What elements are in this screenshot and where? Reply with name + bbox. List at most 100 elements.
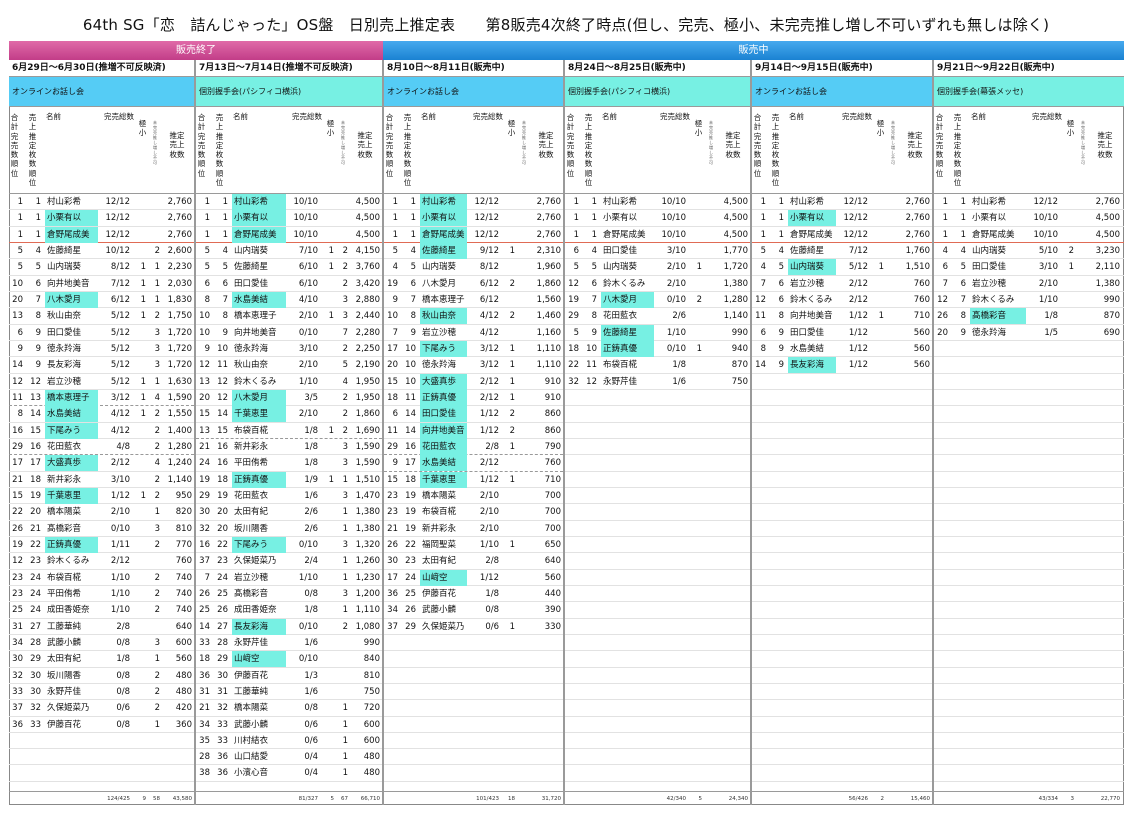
table-row: 30 23 太田有紀 2/8 640: [384, 553, 563, 570]
min-cell: 1: [509, 360, 515, 371]
total-cell: 5/12: [848, 262, 868, 273]
member-name: 田口愛佳: [790, 327, 825, 338]
sales-rank-cell: 1: [35, 213, 41, 224]
sales-rank-cell: 19: [405, 523, 416, 534]
sales-cell: 560: [913, 343, 930, 354]
misc-cell: 3: [342, 539, 348, 550]
period-column: 7月13日〜7月14日(推増不可反映済) 個別握手会(パシフィコ横浜) 合計完売数順…: [196, 60, 384, 805]
member-name: 千葉恵里: [232, 406, 286, 423]
sales-rank-cell: 31: [217, 686, 228, 697]
header-rank: 合計完売数順位: [10, 113, 19, 178]
member-name: 久保姫菜乃: [234, 556, 277, 567]
total-row: 42/340 5 24,340: [565, 791, 750, 805]
sales-cell: 4,150: [355, 245, 380, 256]
sales-cell: 1,160: [536, 327, 561, 338]
table-row: 22 20 橋本陽菜 2/10 1 820: [9, 504, 194, 521]
sales-rank-cell: 9: [960, 327, 966, 338]
sales-cell: 750: [731, 376, 748, 387]
rank-cell: 1: [760, 197, 766, 207]
member-name: 水島美結: [45, 406, 98, 423]
table-row: 37 32 久保姫菜乃 0/6 2 420: [9, 700, 194, 717]
total-cell: 0/10: [298, 621, 318, 632]
member-name: 山口結愛: [234, 752, 269, 763]
header-misc: 未完売推し増し不可: [153, 120, 157, 165]
rank-cell: 1: [392, 229, 398, 240]
total-cell: 2/12: [848, 278, 868, 289]
table-row: 14 9 長友彩海 5/12 3 1,720: [9, 357, 194, 374]
sales-cell: 1,590: [355, 458, 380, 469]
rank-cell: 1: [760, 229, 766, 240]
sales-rank-cell: 29: [30, 654, 41, 665]
sales-rank-cell: 8: [960, 311, 966, 322]
header-total: 完売総数: [292, 112, 322, 121]
empty-row: [752, 733, 932, 750]
empty-row: [934, 341, 1124, 358]
total-cell: 2/6: [304, 523, 318, 534]
total-cell: 10/10: [293, 197, 319, 207]
rank-cell: 7: [760, 278, 766, 289]
misc-cell: 2: [342, 343, 348, 354]
total-min: 3: [1070, 796, 1075, 802]
rank-cell: 4: [392, 262, 398, 273]
rank-cell: 11: [755, 311, 766, 322]
sales-rank-cell: 16: [217, 441, 228, 452]
misc-cell: 3: [342, 311, 348, 322]
rank-cell: 30: [387, 556, 398, 567]
table-row: 8 14 水島美結 4/12 1 2 1,550: [9, 406, 194, 423]
member-name: 花田藍衣: [603, 311, 638, 322]
empty-row: [565, 390, 750, 407]
total-cell: 5/12: [110, 311, 130, 322]
member-name: 鈴木くるみ: [47, 556, 90, 567]
rank-cell: 1: [17, 213, 23, 224]
total-cell: 1/8: [485, 588, 499, 599]
sales-cell: 1,720: [723, 262, 748, 273]
rank-cell: 17: [387, 572, 398, 583]
sales-rank-cell: 30: [30, 686, 41, 697]
misc-cell: 4: [154, 392, 160, 403]
member-name: 花田藍衣: [420, 438, 467, 455]
sales-cell: 690: [1103, 327, 1120, 338]
sales-cell: 1,460: [536, 311, 561, 322]
sales-rank-cell: 1: [591, 197, 597, 207]
min-cell: 1: [509, 621, 515, 632]
table-row: 7 6 岩立沙穂 2/10 1,380: [934, 276, 1124, 292]
sales-cell: 1,140: [723, 311, 748, 322]
sales-cell: 1,280: [723, 294, 748, 305]
rank-cell: 32: [199, 523, 210, 534]
member-name: 花田藍衣: [47, 441, 82, 452]
sales-cell: 2,880: [355, 294, 380, 305]
empty-row: [565, 570, 750, 586]
total-cell: 0/10: [298, 654, 318, 665]
sales-rank-cell: 19: [30, 490, 41, 501]
total-cell: 1/8: [304, 425, 318, 436]
event-name: オンラインお話し会: [384, 77, 563, 107]
table-row: 11 8 向井地美音 1/12 1 710: [752, 308, 932, 325]
total-cell: 12/12: [474, 197, 500, 207]
table-row: 20 7 八木愛月 6/12 1 1 1,830: [9, 291, 194, 309]
sales-cell: 910: [544, 376, 561, 387]
table-row: 1 1 小栗有以 10/10 4,500: [934, 210, 1124, 227]
misc-cell: 2: [154, 703, 160, 714]
empty-row: [565, 717, 750, 733]
rank-cell: 37: [199, 556, 210, 567]
min-cell: 2: [696, 294, 702, 305]
sales-cell: 1,550: [167, 409, 192, 420]
total-cell: 4/8: [116, 441, 130, 452]
table-row: 4 5 山内瑞葵 8/12 1,960: [384, 259, 563, 276]
member-name: 水島美結: [420, 455, 467, 472]
total-cell: 10/10: [1033, 229, 1059, 240]
sales-cell: 1,240: [167, 458, 192, 469]
sales-cell: 860: [544, 425, 561, 436]
table-row: 1 1 倉野尾成美 12/12 2,760: [752, 227, 932, 243]
sales-cell: 560: [544, 572, 561, 583]
sales-cell: 1,080: [355, 621, 380, 632]
table-row: 1 1 村山彩希 10/10 4,500: [565, 194, 750, 211]
rank-cell: 15: [387, 474, 398, 485]
header-total: 完売総数: [1032, 112, 1062, 121]
sales-cell: 1,760: [905, 245, 930, 256]
sales-cell: 1,380: [723, 278, 748, 289]
total-cell: 0/8: [304, 588, 318, 599]
sales-rank-cell: 24: [405, 572, 416, 583]
sales-cell: 760: [175, 556, 192, 567]
sales-cell: 700: [544, 523, 561, 534]
